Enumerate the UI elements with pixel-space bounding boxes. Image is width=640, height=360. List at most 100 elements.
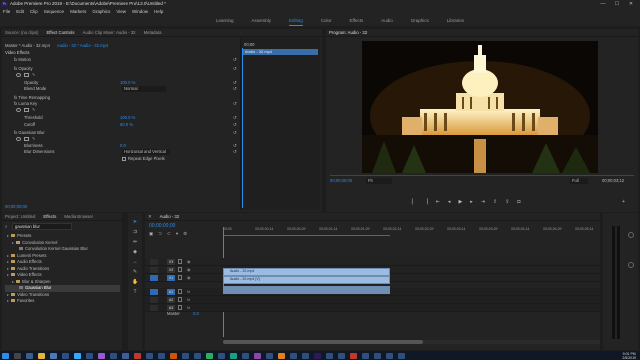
- steam-icon[interactable]: [266, 352, 273, 359]
- disclosure-triangle-icon[interactable]: ▸: [12, 279, 14, 284]
- menu-view[interactable]: View: [116, 8, 126, 16]
- workspace-color[interactable]: Color: [321, 16, 332, 26]
- clip-a1[interactable]: [223, 286, 390, 294]
- program-monitor-title[interactable]: Program: Audio - 32: [329, 29, 367, 36]
- disclosure-triangle-icon[interactable]: ▸: [7, 266, 9, 271]
- clip-v2[interactable]: Audio - 32.mp4: [223, 268, 390, 276]
- effects-search-input[interactable]: [12, 223, 72, 230]
- workspace-graphics[interactable]: Graphics: [411, 16, 429, 26]
- add-marker-icon[interactable]: ▾: [176, 231, 178, 237]
- pen-mask-icon[interactable]: ✎: [32, 108, 35, 112]
- eye-icon[interactable]: ◉: [187, 267, 191, 273]
- mini-clip[interactable]: Audio - 32.mp4: [243, 49, 318, 55]
- disclosure-triangle-icon[interactable]: ▸: [12, 240, 14, 245]
- source-patch[interactable]: [150, 289, 158, 295]
- source-patch[interactable]: [150, 259, 158, 265]
- source-patch[interactable]: [150, 305, 158, 311]
- effect-opacity[interactable]: fx Opacity: [14, 66, 33, 72]
- breadcrumb-sequence[interactable]: Audio - 32 * Audio - 32.mp4: [57, 43, 108, 49]
- reset-icon[interactable]: ↺: [233, 86, 237, 92]
- rectangle-mask-icon[interactable]: [24, 73, 29, 77]
- reset-icon[interactable]: ↺: [233, 101, 237, 107]
- file-explorer-icon[interactable]: [38, 352, 45, 359]
- taskbar-clock[interactable]: 9:01 PM 2/5/2019: [622, 352, 636, 360]
- menu-sequence[interactable]: Sequence: [44, 8, 64, 16]
- steam-icon[interactable]: [326, 352, 333, 359]
- mute-icon[interactable]: M: [187, 297, 190, 303]
- blur-dimensions-dropdown[interactable]: Horizontal and Vertical: [122, 149, 170, 155]
- task-view-icon[interactable]: [26, 352, 33, 359]
- eye-icon[interactable]: ◉: [187, 275, 191, 281]
- eye-icon[interactable]: ◉: [187, 259, 191, 265]
- sequence-tab[interactable]: Audio - 32: [160, 213, 180, 220]
- disclosure-triangle-icon[interactable]: ▸: [7, 253, 9, 258]
- selection-tool-icon[interactable]: ➤: [132, 219, 138, 225]
- menu-edit[interactable]: Edit: [16, 8, 24, 16]
- mute-icon[interactable]: M: [187, 289, 190, 295]
- menu-file[interactable]: File: [3, 8, 10, 16]
- steam-icon[interactable]: [338, 352, 345, 359]
- solo-icon[interactable]: [628, 262, 634, 268]
- steam-icon[interactable]: [62, 352, 69, 359]
- track-header-a2[interactable]: A2 M: [145, 296, 600, 304]
- track-target-label[interactable]: V3: [167, 259, 175, 265]
- nest-icon[interactable]: ▣: [149, 231, 153, 237]
- taskbar-app-icon[interactable]: [122, 352, 129, 359]
- play-icon[interactable]: ▶: [458, 199, 462, 205]
- ellipse-mask-icon[interactable]: [16, 73, 21, 77]
- reset-icon[interactable]: ↺: [233, 149, 237, 155]
- rectangle-mask-icon[interactable]: [24, 108, 29, 112]
- windows-start-icon[interactable]: [2, 352, 9, 359]
- go-to-out-icon[interactable]: ⇥: [481, 199, 485, 205]
- steam-icon[interactable]: [302, 352, 309, 359]
- step-forward-icon[interactable]: ▸: [470, 199, 473, 205]
- workspace-effects[interactable]: Effects: [350, 16, 364, 26]
- extract-icon[interactable]: ⇪: [505, 199, 509, 205]
- track-select-tool-icon[interactable]: ⇉: [132, 229, 138, 235]
- steam-icon[interactable]: [386, 352, 393, 359]
- premiere-taskbar-icon[interactable]: [314, 352, 321, 359]
- track-target-label[interactable]: A1: [167, 289, 175, 295]
- effect-gaussian-blur[interactable]: fx Gaussian Blur: [14, 130, 45, 136]
- source-patch[interactable]: [150, 297, 158, 303]
- track-target-label[interactable]: V2: [167, 267, 175, 273]
- disclosure-triangle-icon[interactable]: ▸: [7, 298, 9, 303]
- mute-icon[interactable]: M: [187, 305, 190, 311]
- repeat-edge-checkbox[interactable]: [122, 157, 126, 161]
- close-button[interactable]: ✕: [624, 0, 638, 8]
- mark-out-icon[interactable]: ▕: [424, 199, 428, 205]
- blend-mode-dropdown[interactable]: Normal: [122, 86, 166, 92]
- lock-icon[interactable]: [178, 305, 182, 310]
- effect-controls-timecode[interactable]: 00;00;00;00: [5, 204, 27, 210]
- taskbar-app-icon[interactable]: [134, 352, 141, 359]
- lift-icon[interactable]: ⇧: [493, 199, 497, 205]
- steam-icon[interactable]: [218, 352, 225, 359]
- program-scrub-bar[interactable]: [330, 175, 634, 176]
- step-back-icon[interactable]: ◂: [448, 199, 451, 205]
- menu-clip[interactable]: Clip: [30, 8, 38, 16]
- reset-icon[interactable]: ↺: [233, 66, 237, 72]
- rectangle-mask-icon[interactable]: [24, 137, 29, 141]
- tab-effect-controls[interactable]: Effect Controls: [46, 29, 74, 36]
- timeline-scrollbar[interactable]: [223, 340, 600, 344]
- ripple-edit-tool-icon[interactable]: ⇹: [132, 239, 138, 245]
- steam-icon[interactable]: [146, 352, 153, 359]
- program-timecode[interactable]: 00;00;00;00: [330, 178, 352, 184]
- steam-icon[interactable]: [374, 352, 381, 359]
- timeline-timecode[interactable]: 00;00;00;00: [149, 223, 175, 229]
- source-patch[interactable]: [150, 275, 158, 281]
- pen-mask-icon[interactable]: ✎: [32, 137, 35, 141]
- resolution-dropdown[interactable]: Full: [570, 178, 588, 184]
- taskbar-app-icon[interactable]: [254, 352, 261, 359]
- add-button-icon[interactable]: +: [622, 199, 625, 205]
- lock-icon[interactable]: [178, 267, 182, 272]
- taskbar-app-icon[interactable]: [230, 352, 237, 359]
- workspace-audio[interactable]: Audio: [381, 16, 393, 26]
- workspace-assembly[interactable]: Assembly: [251, 16, 271, 26]
- breadcrumb-master[interactable]: Master * Audio - 32.mp4: [5, 43, 50, 49]
- pen-mask-icon[interactable]: ✎: [32, 73, 35, 77]
- close-sequence-icon[interactable]: ✕: [148, 213, 152, 220]
- linked-selection-icon[interactable]: ⊂: [167, 231, 171, 237]
- slip-tool-icon[interactable]: ↔: [132, 259, 138, 265]
- razor-tool-icon[interactable]: ◆: [132, 249, 138, 255]
